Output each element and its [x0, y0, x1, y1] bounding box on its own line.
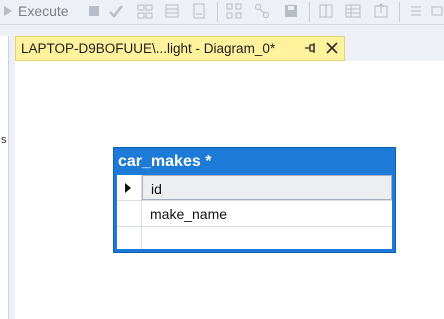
verify-icon[interactable]: [108, 3, 124, 19]
column-row-new[interactable]: [117, 227, 392, 249]
current-row-arrow-icon: [125, 183, 131, 193]
overflow-icon[interactable]: [430, 3, 444, 19]
execute-icon[interactable]: [0, 3, 16, 19]
close-icon[interactable]: [325, 41, 339, 55]
view-icon[interactable]: [164, 3, 180, 19]
save-icon[interactable]: [283, 3, 299, 19]
column-name-cell[interactable]: make_name: [142, 201, 392, 226]
page-icon[interactable]: [191, 3, 207, 19]
column-row-make-name[interactable]: make_name: [117, 201, 392, 227]
adjacent-pane-edge: s: [0, 36, 9, 319]
column-grid: id make_name: [117, 175, 392, 249]
column-name-cell[interactable]: id: [142, 175, 392, 200]
row-selector[interactable]: [117, 175, 142, 200]
pin-icon[interactable]: [303, 41, 317, 55]
grid-icon[interactable]: [345, 3, 361, 19]
relationship-icon[interactable]: [226, 3, 242, 19]
columns-icon[interactable]: [318, 3, 334, 19]
column-name-cell[interactable]: [142, 227, 392, 249]
tab-title: LAPTOP-D9BOFUUE\...light - Diagram_0*: [21, 41, 276, 56]
table-icon[interactable]: [137, 3, 153, 19]
execute-button[interactable]: Execute: [18, 3, 69, 19]
row-selector[interactable]: [117, 201, 142, 226]
toolbar: Execute: [0, 0, 444, 25]
toolbar-separator: [309, 2, 310, 22]
adjacent-pane-text: s: [1, 134, 7, 146]
tab-diagram[interactable]: LAPTOP-D9BOFUUE\...light - Diagram_0*: [15, 36, 345, 61]
stop-icon[interactable]: [86, 3, 102, 19]
table-title[interactable]: car_makes *: [118, 153, 211, 171]
row-selector[interactable]: [117, 227, 142, 249]
toolbar-separator: [399, 2, 400, 22]
network-icon[interactable]: [254, 3, 270, 19]
column-row-id[interactable]: id: [117, 175, 392, 201]
toolbar-separator: [217, 2, 218, 22]
export-icon[interactable]: [373, 3, 389, 19]
list-icon[interactable]: [408, 3, 424, 19]
table-car-makes[interactable]: car_makes * id make_name: [113, 147, 396, 253]
